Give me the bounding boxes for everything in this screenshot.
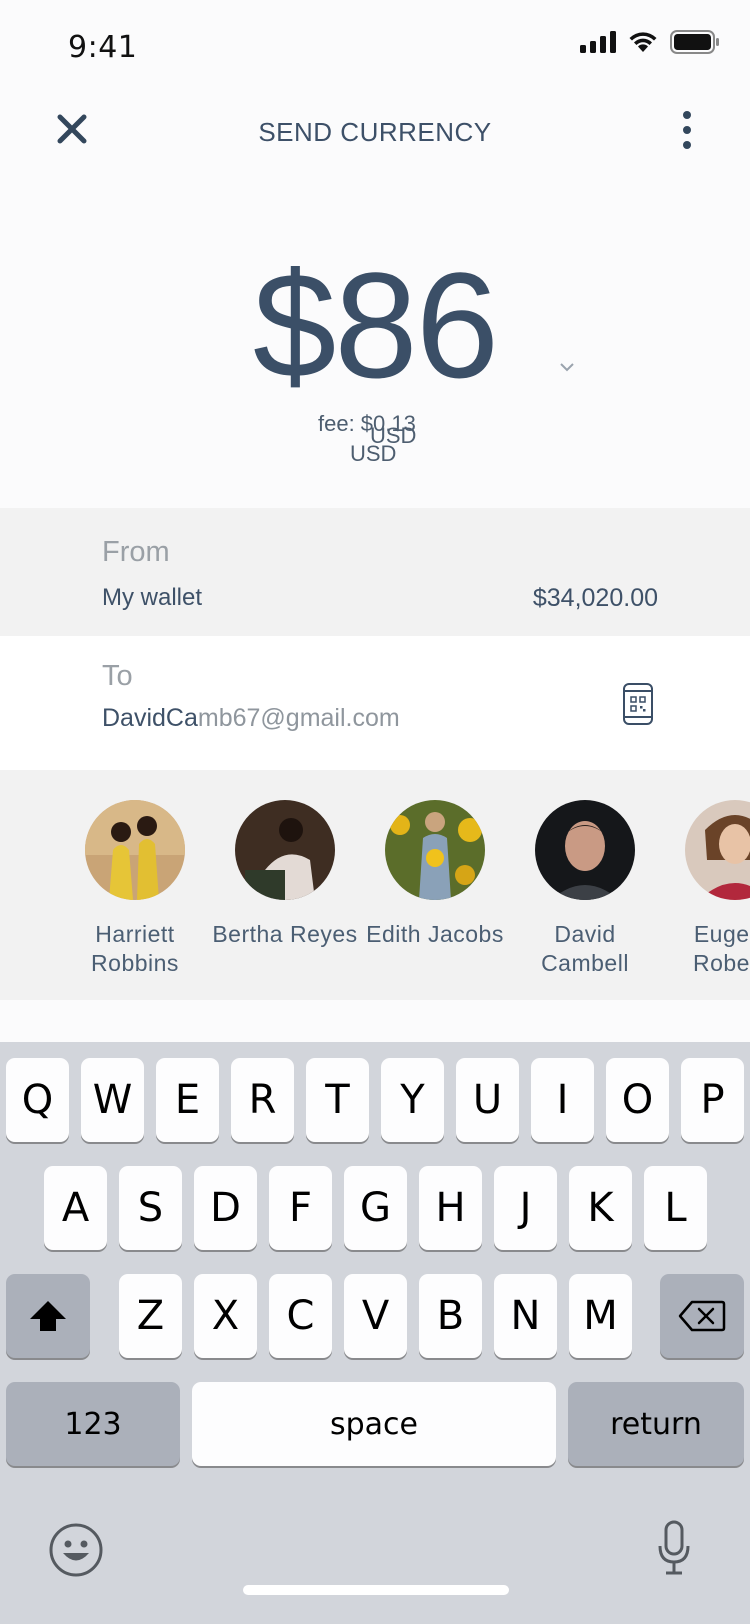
home-indicator[interactable] — [243, 1585, 509, 1595]
page-title: SEND CURRENCY — [258, 117, 492, 147]
from-wallet-balance: $34,020.00 — [532, 584, 658, 612]
scan-qr-button[interactable] — [622, 682, 654, 726]
key-h[interactable]: H — [419, 1166, 482, 1250]
fee-currency: USD — [350, 441, 397, 466]
key-e[interactable]: E — [156, 1058, 219, 1142]
to-recipient-field[interactable]: To DavidCamb67@gmail.com — [0, 636, 750, 770]
key-l[interactable]: L — [644, 1166, 707, 1250]
status-time: 9:41 — [68, 30, 138, 65]
contacts-carousel[interactable]: Harriett Robbins Bertha Reyes Edith Jaco… — [0, 770, 750, 1000]
amount-display[interactable]: $86 — [0, 250, 750, 400]
from-wallet-name: My wallet — [102, 584, 203, 611]
key-d[interactable]: D — [194, 1166, 257, 1250]
key-k[interactable]: K — [569, 1166, 632, 1250]
status-icons — [580, 30, 720, 54]
key-x[interactable]: X — [194, 1274, 257, 1358]
key-z[interactable]: Z — [119, 1274, 182, 1358]
key-f[interactable]: F — [269, 1166, 332, 1250]
recipient-autocomplete-suggestion: mb67@gmail.com — [197, 704, 400, 732]
contact-name: Bertha Reyes — [212, 921, 358, 947]
avatar — [385, 800, 485, 900]
shift-key[interactable] — [6, 1274, 90, 1358]
key-o[interactable]: O — [606, 1058, 669, 1142]
key-v[interactable]: V — [344, 1274, 407, 1358]
avatar — [235, 800, 335, 900]
key-b[interactable]: B — [419, 1274, 482, 1358]
return-key[interactable]: return — [568, 1382, 744, 1466]
shift-icon — [30, 1301, 66, 1331]
key-a[interactable]: A — [44, 1166, 107, 1250]
recipient-typed-text: DavidCa — [102, 704, 198, 732]
space-key[interactable]: space — [192, 1382, 556, 1466]
recipient-input[interactable]: DavidCamb67@gmail.com — [102, 704, 400, 733]
keyboard: Q W E R T Y U I O P A S D F G H J K L Z … — [0, 1042, 750, 1624]
key-s[interactable]: S — [119, 1166, 182, 1250]
qr-phone-icon — [623, 683, 653, 725]
contact-item[interactable]: David Cambell — [510, 800, 660, 978]
dropdown-pointer — [342, 770, 408, 800]
key-m[interactable]: M — [569, 1274, 632, 1358]
key-c[interactable]: C — [269, 1274, 332, 1358]
to-label: To — [102, 660, 133, 692]
contact-name: Eugene Roberts — [692, 921, 750, 976]
backspace-key[interactable] — [660, 1274, 744, 1358]
key-r[interactable]: R — [231, 1058, 294, 1142]
wifi-icon — [629, 32, 657, 52]
emoji-button[interactable] — [48, 1522, 104, 1578]
chevron-down-icon — [560, 363, 574, 372]
key-n[interactable]: N — [494, 1274, 557, 1358]
contact-name: David Cambell — [541, 921, 629, 976]
key-g[interactable]: G — [344, 1166, 407, 1250]
key-u[interactable]: U — [456, 1058, 519, 1142]
dictation-button[interactable] — [656, 1520, 692, 1576]
contact-item[interactable]: Eugene Roberts — [660, 800, 750, 978]
contact-item[interactable]: Bertha Reyes — [210, 800, 360, 978]
numbers-key[interactable]: 123 — [6, 1382, 180, 1466]
battery-icon — [670, 30, 719, 54]
currency-dropdown[interactable] — [557, 360, 577, 374]
avatar — [85, 800, 185, 900]
cellular-signal-icon — [580, 31, 616, 53]
microphone-icon — [658, 1520, 690, 1575]
avatar — [685, 800, 750, 900]
more-options-button[interactable] — [672, 105, 702, 155]
contact-name: Edith Jacobs — [366, 921, 504, 947]
key-t[interactable]: T — [306, 1058, 369, 1142]
avatar — [535, 800, 635, 900]
emoji-icon — [49, 1523, 103, 1577]
key-j[interactable]: J — [494, 1166, 557, 1250]
status-bar: 9:41 — [0, 0, 750, 88]
key-y[interactable]: Y — [381, 1058, 444, 1142]
key-p[interactable]: P — [681, 1058, 744, 1142]
key-i[interactable]: I — [531, 1058, 594, 1142]
from-label: From — [102, 536, 170, 568]
backspace-icon — [678, 1300, 726, 1332]
nav-bar: SEND CURRENCY — [0, 95, 750, 165]
contact-name: Harriett Robbins — [91, 921, 179, 976]
from-account-selector[interactable]: From My wallet $34,020.00 — [0, 508, 750, 636]
key-q[interactable]: Q — [6, 1058, 69, 1142]
more-vertical-icon — [683, 111, 691, 149]
contact-item[interactable]: Edith Jacobs — [360, 800, 510, 978]
contact-item[interactable]: Harriett Robbins — [60, 800, 210, 978]
key-w[interactable]: W — [81, 1058, 144, 1142]
